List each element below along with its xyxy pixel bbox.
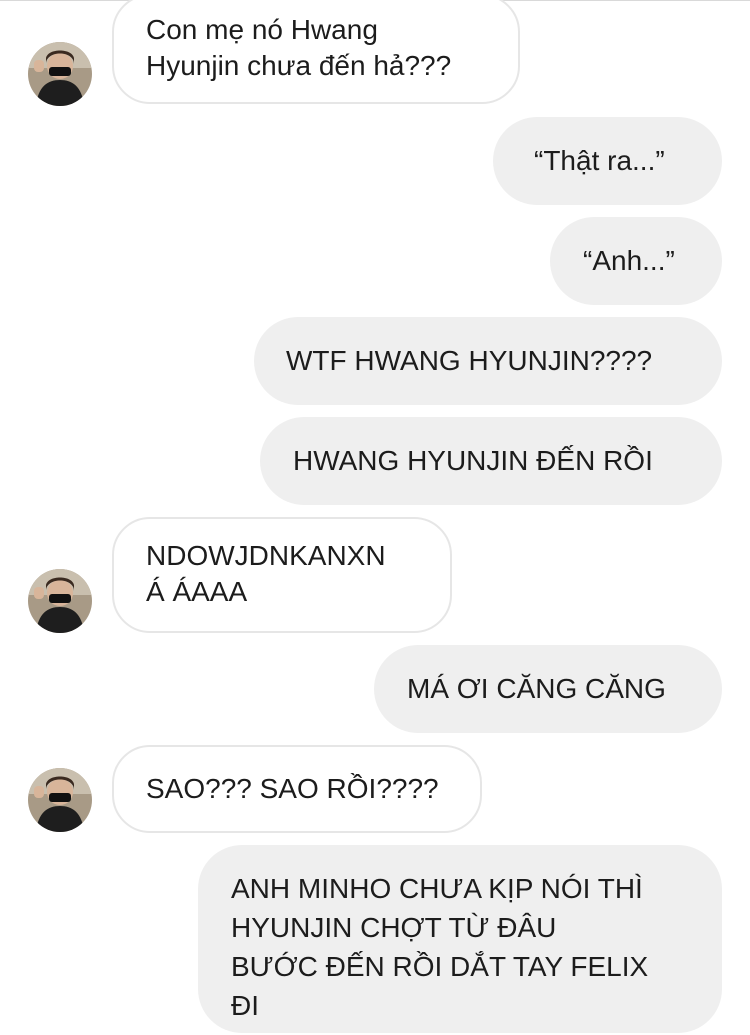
message-text: HYUNJIN CHỢT TỪ ĐÂU: [231, 912, 557, 943]
message-text: HWANG HYUNJIN ĐẾN RỒI: [293, 445, 653, 476]
message-text: WTF HWANG HYUNJIN????: [286, 345, 653, 376]
message-bubble-outgoing[interactable]: “Anh...”: [550, 217, 722, 305]
avatar-photo-icon: [28, 768, 92, 832]
avatar[interactable]: [28, 768, 92, 832]
message-bubble-incoming[interactable]: Con mẹ nó Hwang Hyunjin chưa đến hả???: [112, 0, 520, 104]
message-text: MÁ ƠI CĂNG CĂNG: [407, 673, 666, 704]
message-bubble-incoming[interactable]: SAO??? SAO RỒI????: [112, 745, 482, 833]
message-bubble-outgoing[interactable]: WTF HWANG HYUNJIN????: [254, 317, 722, 405]
message-bubble-outgoing[interactable]: “Thật ra...”: [493, 117, 722, 205]
avatar-photo-icon: [28, 569, 92, 633]
message-bubble-outgoing[interactable]: HWANG HYUNJIN ĐẾN RỒI: [260, 417, 722, 505]
message-text: NDOWJDNKANXN: [146, 540, 386, 571]
avatar[interactable]: [28, 42, 92, 106]
message-bubble-outgoing[interactable]: MÁ ƠI CĂNG CĂNG: [374, 645, 722, 733]
message-text: Con mẹ nó Hwang: [146, 14, 378, 45]
message-text: ĐI: [231, 990, 259, 1021]
message-text: BƯỚC ĐẾN RỒI DẮT TAY FELIX: [231, 951, 649, 982]
avatar[interactable]: [28, 569, 92, 633]
message-bubble-incoming[interactable]: NDOWJDNKANXN Á ÁAAA: [112, 517, 452, 633]
message-text: ANH MINHO CHƯA KỊP NÓI THÌ: [231, 873, 643, 904]
message-text: SAO??? SAO RỒI????: [146, 773, 439, 804]
message-text: “Thật ra...”: [534, 145, 665, 176]
message-text: Á ÁAAA: [146, 576, 248, 607]
message-text: “Anh...”: [583, 245, 675, 276]
avatar-photo-icon: [28, 42, 92, 106]
message-bubble-outgoing[interactable]: ANH MINHO CHƯA KỊP NÓI THÌ HYUNJIN CHỢT …: [198, 845, 722, 1033]
message-text: Hyunjin chưa đến hả???: [146, 50, 452, 81]
